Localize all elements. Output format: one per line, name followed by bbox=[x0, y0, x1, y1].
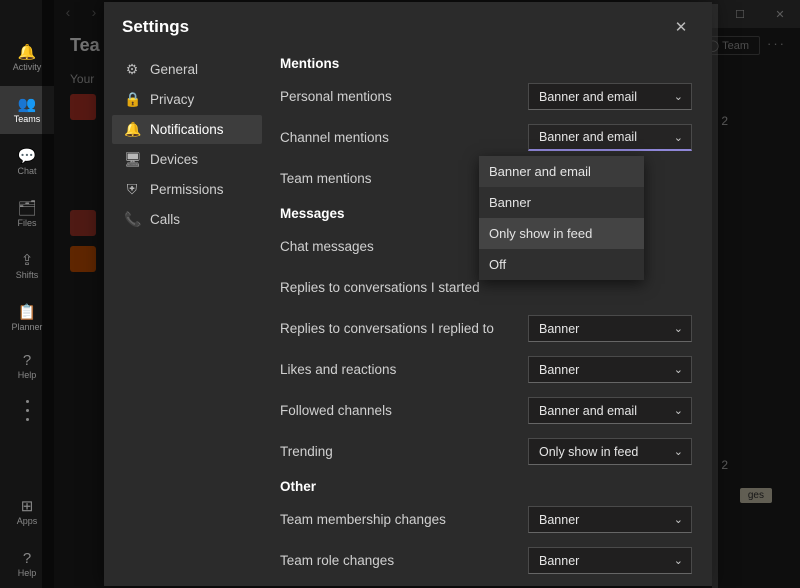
select-value: Banner and email bbox=[539, 90, 637, 104]
modal-title: Settings bbox=[122, 17, 189, 37]
row-label: Channel mentions bbox=[280, 130, 389, 145]
select-value: Banner bbox=[539, 322, 579, 336]
phone-icon: 📞 bbox=[124, 211, 140, 228]
scrollbar[interactable] bbox=[712, 4, 718, 588]
lock-icon: 🔒 bbox=[124, 91, 140, 108]
row-label: Team mentions bbox=[280, 171, 372, 186]
row-team-role: Team role changes Banner ⌄ bbox=[280, 547, 692, 574]
select-likes-reactions[interactable]: Banner ⌄ bbox=[528, 356, 692, 383]
rail-label: Files bbox=[17, 218, 36, 228]
devices-icon: 🖥 bbox=[124, 151, 140, 168]
row-followed-channels: Followed channels Banner and email ⌄ bbox=[280, 397, 692, 424]
select-team-role[interactable]: Banner ⌄ bbox=[528, 547, 692, 574]
chevron-down-icon: ⌄ bbox=[674, 131, 683, 144]
files-icon: 🗂 bbox=[17, 201, 36, 216]
select-value: Banner bbox=[539, 363, 579, 377]
nav-calls[interactable]: 📞 Calls bbox=[112, 205, 262, 234]
chevron-down-icon: ⌄ bbox=[674, 90, 683, 103]
row-label: Replies to conversations I started bbox=[280, 280, 480, 295]
rail-label: Chat bbox=[17, 166, 36, 176]
chevron-down-icon: ⌄ bbox=[674, 513, 683, 526]
settings-content: Mentions Personal mentions Banner and em… bbox=[266, 48, 712, 586]
row-team-membership: Team membership changes Banner ⌄ bbox=[280, 506, 692, 533]
dropdown-channel-mentions: Banner and email Banner Only show in fee… bbox=[479, 156, 644, 280]
nav-label: Permissions bbox=[150, 182, 224, 197]
nav-notifications[interactable]: 🔔 Notifications bbox=[112, 115, 262, 144]
shield-icon: ⛨ bbox=[124, 181, 140, 198]
row-likes-reactions: Likes and reactions Banner ⌄ bbox=[280, 356, 692, 383]
rail-label: Activity bbox=[13, 62, 42, 72]
row-label: Replies to conversations I replied to bbox=[280, 321, 494, 336]
row-personal-mentions: Personal mentions Banner and email ⌄ bbox=[280, 83, 692, 110]
help-icon: ? bbox=[23, 551, 31, 566]
section-mentions-title: Mentions bbox=[280, 56, 692, 71]
rail-label: Shifts bbox=[16, 270, 39, 280]
row-label: Followed channels bbox=[280, 403, 392, 418]
shifts-icon: ⇪ bbox=[21, 253, 34, 268]
settings-nav: ⚙ General 🔒 Privacy 🔔 Notifications 🖥 De… bbox=[108, 48, 266, 586]
row-label: Team role changes bbox=[280, 553, 394, 568]
dropdown-option[interactable]: Banner bbox=[479, 187, 644, 218]
rail-label: Help bbox=[18, 370, 37, 380]
select-value: Only show in feed bbox=[539, 445, 638, 459]
chevron-down-icon: ⌄ bbox=[674, 554, 683, 567]
select-value: Banner and email bbox=[539, 404, 637, 418]
row-label: Trending bbox=[280, 444, 333, 459]
teams-icon: 👥 bbox=[18, 97, 37, 112]
select-team-membership[interactable]: Banner ⌄ bbox=[528, 506, 692, 533]
rail-label: Teams bbox=[14, 114, 41, 124]
rail-label: Help bbox=[18, 568, 37, 578]
dropdown-option[interactable]: Banner and email bbox=[479, 156, 644, 187]
row-label: Personal mentions bbox=[280, 89, 392, 104]
gear-icon: ⚙ bbox=[124, 61, 140, 78]
chat-icon: 💬 bbox=[18, 149, 37, 164]
select-trending[interactable]: Only show in feed ⌄ bbox=[528, 438, 692, 465]
rail-label: Apps bbox=[17, 516, 38, 526]
chevron-down-icon: ⌄ bbox=[674, 404, 683, 417]
nav-privacy[interactable]: 🔒 Privacy bbox=[112, 85, 262, 114]
nav-label: Notifications bbox=[150, 122, 224, 137]
dropdown-option[interactable]: Off bbox=[479, 249, 644, 280]
planner-icon: 📋 bbox=[18, 305, 37, 320]
bell-icon: 🔔 bbox=[18, 45, 37, 60]
row-trending: Trending Only show in feed ⌄ bbox=[280, 438, 692, 465]
row-label: Chat messages bbox=[280, 239, 374, 254]
row-channel-mentions: Channel mentions Banner and email ⌄ bbox=[280, 124, 692, 151]
select-followed-channels[interactable]: Banner and email ⌄ bbox=[528, 397, 692, 424]
nav-label: Devices bbox=[150, 152, 198, 167]
chevron-down-icon: ⌄ bbox=[674, 363, 683, 376]
rail-label: Planner bbox=[11, 322, 42, 332]
bell-icon: 🔔 bbox=[124, 121, 140, 138]
section-other-title: Other bbox=[280, 479, 692, 494]
settings-modal: Settings ✕ ⚙ General 🔒 Privacy 🔔 Notific… bbox=[104, 2, 712, 586]
row-label: Team membership changes bbox=[280, 512, 446, 527]
dropdown-option[interactable]: Only show in feed bbox=[479, 218, 644, 249]
select-value: Banner bbox=[539, 554, 579, 568]
row-label: Likes and reactions bbox=[280, 362, 396, 377]
help-icon: ? bbox=[23, 353, 31, 368]
nav-devices[interactable]: 🖥 Devices bbox=[112, 145, 262, 174]
select-value: Banner bbox=[539, 513, 579, 527]
select-channel-mentions[interactable]: Banner and email ⌄ bbox=[528, 124, 692, 151]
chevron-down-icon: ⌄ bbox=[674, 322, 683, 335]
select-personal-mentions[interactable]: Banner and email ⌄ bbox=[528, 83, 692, 110]
nav-label: Calls bbox=[150, 212, 180, 227]
nav-permissions[interactable]: ⛨ Permissions bbox=[112, 175, 262, 204]
modal-header: Settings ✕ bbox=[104, 2, 712, 48]
apps-icon: ⊞ bbox=[21, 499, 34, 514]
nav-label: General bbox=[150, 62, 198, 77]
select-replies-replied[interactable]: Banner ⌄ bbox=[528, 315, 692, 342]
nav-label: Privacy bbox=[150, 92, 194, 107]
nav-general[interactable]: ⚙ General bbox=[112, 55, 262, 84]
modal-close-button[interactable]: ✕ bbox=[668, 14, 694, 40]
row-replies-replied: Replies to conversations I replied to Ba… bbox=[280, 315, 692, 342]
select-value: Banner and email bbox=[539, 130, 637, 144]
chevron-down-icon: ⌄ bbox=[674, 445, 683, 458]
